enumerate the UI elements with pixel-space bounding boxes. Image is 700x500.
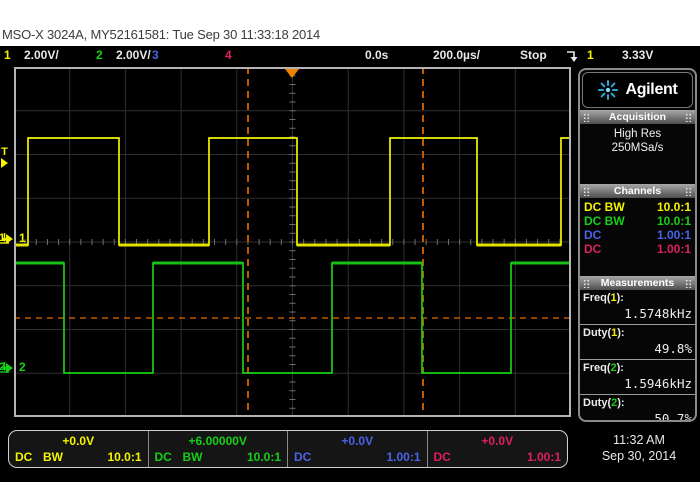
instrument-title: MSO-X 3024A, MY52161581: Tue Sep 30 11:3… (2, 27, 320, 42)
status-trigger-level[interactable]: 3.33V (622, 46, 653, 64)
ch4-offset: +0.0V (428, 434, 568, 448)
measurement-value: 50.7% (583, 410, 692, 422)
clock: 11:32 AM Sep 30, 2014 (586, 432, 692, 464)
status-run-state[interactable]: Stop (520, 46, 547, 64)
measurement-row: Duty(2): 50.7% (580, 395, 695, 422)
status-time-reference[interactable]: 0.0s (365, 46, 388, 64)
measurements-info: Freq(1): 1.5748kHz Duty(1): 49.8% Freq(2… (580, 290, 695, 422)
grip-dots-icon (685, 113, 692, 122)
acquisition-mode: High Res (580, 127, 695, 141)
status-ch1-scale[interactable]: 2.00V/ (24, 46, 59, 64)
acquisition-info: High Res 250MSa/s (580, 124, 695, 184)
grip-dots-icon (685, 187, 692, 196)
channel-row: DC 1.00:1 (580, 228, 695, 242)
measurement-value: 1.5748kHz (583, 305, 692, 322)
channel-status-bar: +0.0V DCBW10.0:1 +6.00000V DCBW10.0:1 +0… (8, 430, 568, 468)
current-date: Sep 30, 2014 (586, 448, 692, 464)
channels-info: DC BW 10.0:1 DC BW 10.0:1 DC 1.00:1 DC 1… (580, 198, 695, 276)
channel-row: DC 1.00:1 (580, 242, 695, 256)
trigger-level-marker-label: T (1, 147, 8, 158)
scope-display: 1 2.00V/ 2 2.00V/ 3 4 0.0s 200.0µs/ Stop… (0, 46, 700, 482)
trigger-falling-edge-icon (566, 49, 582, 68)
status-ch2-scale[interactable]: 2.00V/ (116, 46, 151, 64)
ground-icon (0, 233, 10, 244)
section-header-acquisition: Acquisition (580, 110, 695, 124)
channel-row: DC BW 10.0:1 (580, 200, 695, 214)
status-ch3-number[interactable]: 3 (152, 46, 159, 64)
status-bar: 1 2.00V/ 2 2.00V/ 3 4 0.0s 200.0µs/ Stop… (0, 46, 700, 64)
ch2-offset: +6.00000V (149, 434, 288, 448)
status-ch2-number[interactable]: 2 (96, 46, 103, 64)
measurement-value: 49.8% (583, 340, 692, 357)
sample-rate: 250MSa/s (580, 141, 695, 155)
ch2-ground-marker[interactable]: 2 (0, 362, 13, 373)
trigger-level-arrow-icon (1, 158, 8, 168)
ch2-status-box[interactable]: +6.00000V DCBW10.0:1 (149, 431, 289, 467)
agilent-starburst-icon (597, 79, 619, 101)
measurement-row: Freq(1): 1.5748kHz (580, 290, 695, 325)
status-timebase[interactable]: 200.0µs/ (433, 46, 480, 64)
ch4-status-box[interactable]: +0.0V DC1.00:1 (428, 431, 568, 467)
status-ch4-number[interactable]: 4 (225, 46, 232, 64)
status-trigger-source[interactable]: 1 (587, 46, 594, 64)
grip-dots-icon (583, 279, 590, 288)
ch1-position-label: 1 (19, 232, 26, 245)
brand-name: Agilent (625, 81, 677, 99)
measurement-row: Freq(2): 1.5946kHz (580, 360, 695, 395)
trigger-time-marker[interactable] (285, 69, 299, 78)
section-header-channels: Channels (580, 184, 695, 198)
waveform-graticule[interactable]: T 1 2 (14, 67, 571, 417)
sidebar-panel: Agilent Acquisition High Res 250MSa/s Ch… (578, 68, 697, 422)
status-ch1-number[interactable]: 1 (4, 46, 11, 64)
grip-dots-icon (685, 279, 692, 288)
ch1-ground-marker[interactable]: 1 (0, 233, 13, 244)
measurement-row: Duty(1): 49.8% (580, 325, 695, 360)
ch1-offset: +0.0V (9, 434, 148, 448)
measurement-value: 1.5946kHz (583, 375, 692, 392)
ch3-offset: +0.0V (288, 434, 427, 448)
screenshot-page: MSO-X 3024A, MY52161581: Tue Sep 30 11:3… (0, 0, 700, 500)
grip-dots-icon (583, 113, 590, 122)
ground-icon (0, 362, 10, 373)
section-header-measurements: Measurements (580, 276, 695, 290)
ch3-status-box[interactable]: +0.0V DC1.00:1 (288, 431, 428, 467)
brand-logo: Agilent (582, 72, 693, 108)
waveform-plot[interactable] (14, 67, 571, 417)
trigger-level-marker[interactable]: T (1, 147, 8, 168)
ch2-position-label: 2 (19, 361, 26, 374)
grip-dots-icon (583, 187, 590, 196)
ch1-status-box[interactable]: +0.0V DCBW10.0:1 (9, 431, 149, 467)
channel-row: DC BW 10.0:1 (580, 214, 695, 228)
current-time: 11:32 AM (586, 432, 692, 448)
